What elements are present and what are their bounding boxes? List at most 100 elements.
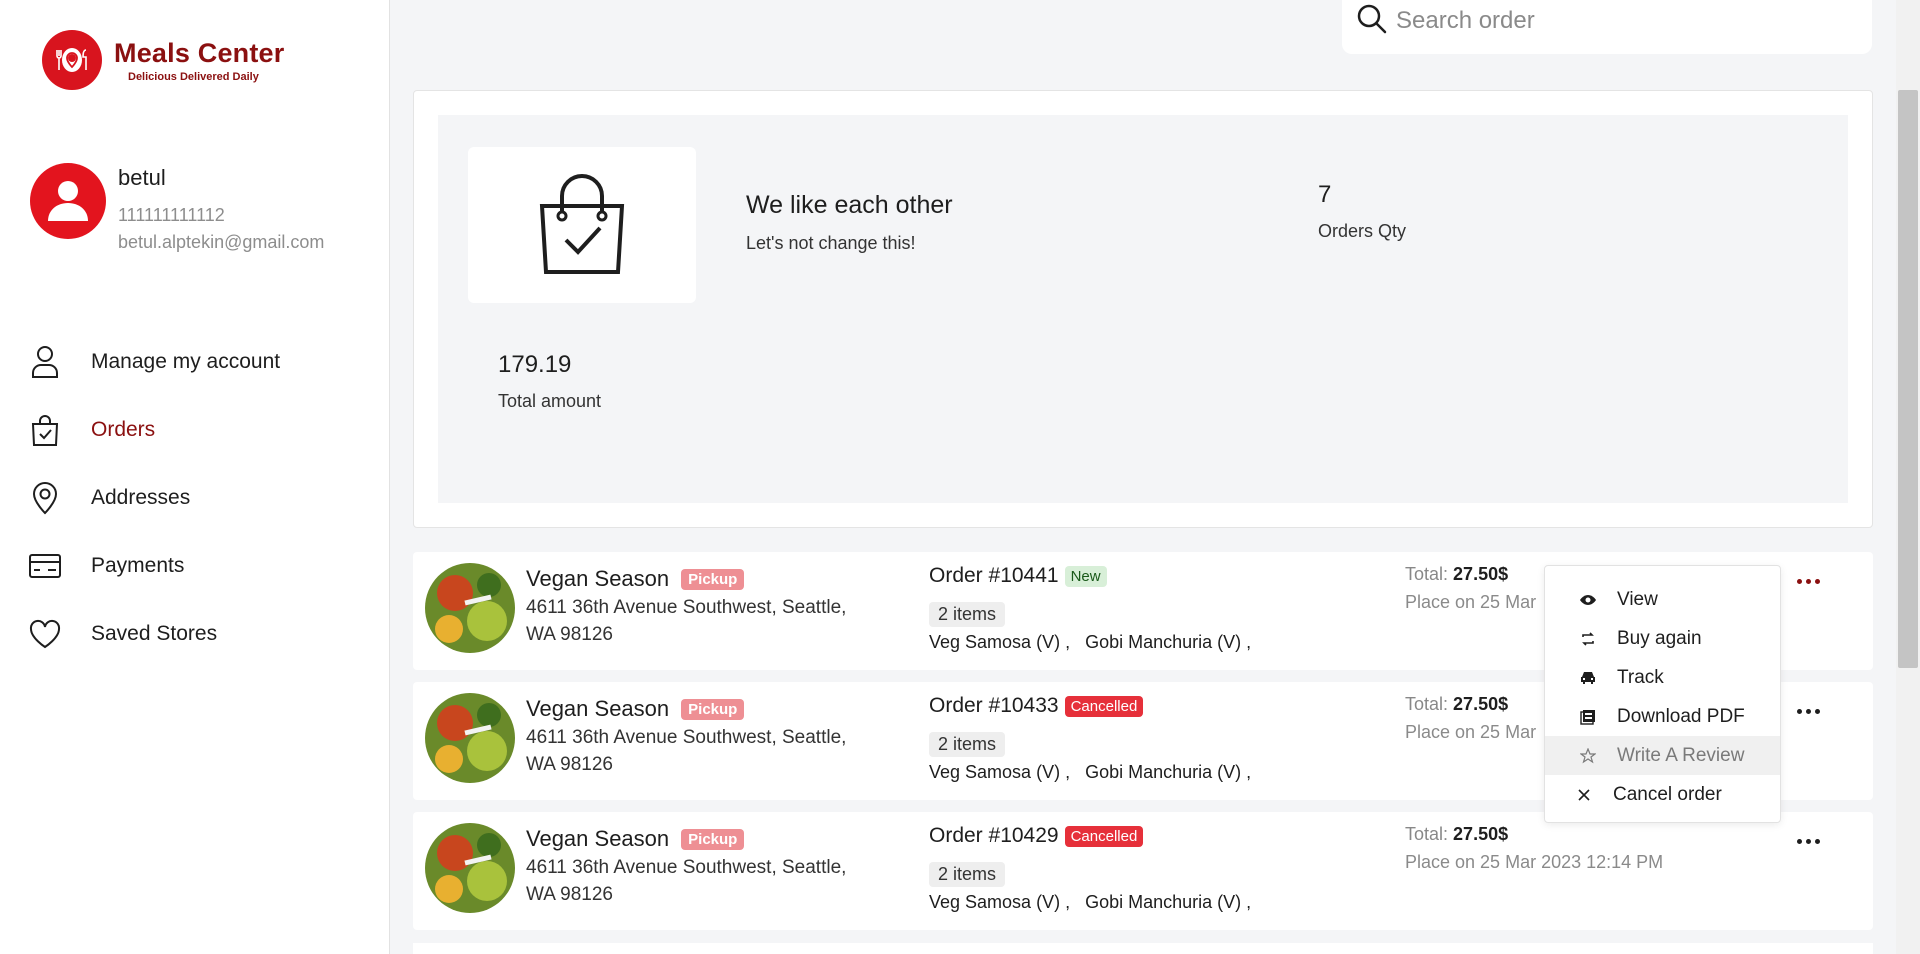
order-number: Order #10441 — [929, 564, 1059, 587]
more-options-button[interactable] — [1787, 566, 1829, 596]
sidebar-item-label: Payments — [91, 554, 185, 577]
status-badge: New — [1064, 565, 1107, 587]
brand-title: Meals Center — [114, 37, 285, 68]
menu-item-view[interactable]: View — [1545, 580, 1780, 619]
status-badge: Cancelled — [1064, 695, 1144, 717]
store-image — [425, 823, 515, 913]
car-icon — [1579, 669, 1597, 687]
sidebar-item-manage-account[interactable]: Manage my account — [28, 328, 280, 396]
sidebar-item-label: Addresses — [91, 486, 191, 509]
logo-icon — [42, 30, 102, 90]
eye-icon — [1579, 591, 1597, 609]
menu-item-label: Buy again — [1617, 627, 1702, 649]
more-dots-icon — [1796, 578, 1820, 584]
status-badge: Cancelled — [1064, 825, 1144, 847]
order-number: Order #10433 — [929, 694, 1059, 717]
orders-qty-value: 7 — [1318, 181, 1332, 208]
summary-subtitle: Let's not change this! — [746, 233, 916, 253]
search-icon[interactable] — [1356, 3, 1388, 40]
location-pin-icon — [28, 481, 62, 515]
credit-card-icon — [28, 549, 62, 583]
menu-item-label: Download PDF — [1617, 705, 1745, 727]
avatar — [30, 163, 106, 239]
order-total: Total: 27.50$ — [1405, 694, 1509, 714]
heart-icon — [28, 617, 62, 651]
store-address: 4611 36th Avenue Southwest, Seattle, WA … — [526, 727, 847, 775]
items-count-badge: 2 items — [929, 732, 1006, 757]
store-address: 4611 36th Avenue Southwest, Seattle, WA … — [526, 857, 847, 905]
profile-email: betul.alptekin@gmail.com — [118, 232, 325, 252]
order-row-partial — [413, 943, 1873, 954]
menu-item-write-review[interactable]: Write A Review — [1545, 736, 1780, 775]
total-amount-label: Total amount — [498, 391, 602, 411]
sidebar: Meals Center Delicious Delivered Daily b… — [0, 0, 390, 954]
close-icon — [1575, 786, 1593, 804]
profile-name: betul — [118, 165, 166, 190]
order-total-value: 27.50$ — [1453, 824, 1509, 844]
shopping-bag-icon — [539, 174, 625, 274]
order-total-value: 27.50$ — [1453, 694, 1509, 714]
profile-phone: 111111111112 — [118, 205, 225, 225]
sidebar-item-label: Orders — [91, 418, 156, 441]
pickup-badge: Pickup — [681, 828, 745, 850]
sidebar-item-label: Saved Stores — [91, 622, 218, 645]
repeat-icon — [1579, 630, 1597, 648]
menu-item-label: Cancel order — [1613, 783, 1722, 805]
sidebar-item-label: Manage my account — [91, 350, 281, 373]
menu-item-label: Write A Review — [1617, 744, 1745, 766]
sidebar-item-orders[interactable]: Orders — [28, 396, 280, 464]
store-address: 4611 36th Avenue Southwest, Seattle, WA … — [526, 597, 847, 645]
order-actions-menu: View Buy again Track Download PDF Write … — [1544, 565, 1781, 823]
pickup-badge: Pickup — [681, 568, 745, 590]
order-date: Place on 25 Mar 2023 12:14 PM — [1405, 852, 1664, 872]
store-image — [425, 693, 515, 783]
menu-item-track[interactable]: Track — [1545, 658, 1780, 697]
order-total: Total: 27.50$ — [1405, 564, 1509, 584]
more-options-button[interactable] — [1787, 826, 1829, 856]
menu-item-download-pdf[interactable]: Download PDF — [1545, 697, 1780, 736]
bag-illustration — [468, 147, 696, 303]
order-items: Veg Samosa (V) , Gobi Manchuria (V) , — [929, 632, 1252, 652]
order-date: Place on 25 Mar — [1405, 592, 1537, 612]
sidebar-item-addresses[interactable]: Addresses — [28, 464, 280, 532]
menu-item-label: View — [1617, 588, 1658, 610]
brand-tagline: Delicious Delivered Daily — [128, 70, 259, 83]
store-name: Vegan Season — [526, 566, 670, 591]
items-count-badge: 2 items — [929, 602, 1006, 627]
order-row[interactable]: Vegan Season Pickup 4611 36th Avenue Sou… — [413, 812, 1873, 930]
user-icon — [28, 345, 62, 379]
order-items: Veg Samosa (V) , Gobi Manchuria (V) , — [929, 892, 1252, 912]
pdf-icon — [1579, 708, 1597, 726]
store-image — [425, 563, 515, 653]
profile-card: betul 111111111112 betul.alptekin@gmail.… — [30, 163, 324, 253]
sidebar-item-saved-stores[interactable]: Saved Stores — [28, 600, 280, 668]
search-bar — [1342, 0, 1872, 54]
order-total: Total: 27.50$ — [1405, 824, 1509, 844]
order-number: Order #10429 — [929, 824, 1059, 847]
order-total-value: 27.50$ — [1453, 564, 1509, 584]
more-dots-icon — [1796, 838, 1820, 844]
orders-qty-label: Orders Qty — [1318, 221, 1407, 241]
logo[interactable]: Meals Center Delicious Delivered Daily — [42, 30, 284, 90]
star-icon — [1579, 747, 1597, 765]
menu-item-label: Track — [1617, 666, 1664, 688]
search-input[interactable] — [1396, 7, 1836, 35]
sidebar-item-payments[interactable]: Payments — [28, 532, 280, 600]
shopping-bag-icon — [28, 413, 62, 447]
more-dots-icon — [1796, 708, 1820, 714]
pickup-badge: Pickup — [681, 698, 745, 720]
orders-summary-card: We like each other Let's not change this… — [413, 90, 1873, 528]
more-options-button[interactable] — [1787, 696, 1829, 726]
order-items: Veg Samosa (V) , Gobi Manchuria (V) , — [929, 762, 1252, 782]
sidebar-nav: Manage my account Orders Addresses Payme… — [28, 328, 280, 668]
menu-item-buy-again[interactable]: Buy again — [1545, 619, 1780, 658]
summary-title: We like each other — [746, 191, 953, 219]
user-avatar-icon — [48, 181, 88, 221]
scrollbar-thumb[interactable] — [1898, 90, 1918, 668]
order-date: Place on 25 Mar — [1405, 722, 1537, 742]
menu-item-cancel-order[interactable]: Cancel order — [1545, 775, 1780, 814]
page-scrollbar[interactable] — [1896, 0, 1920, 954]
store-name: Vegan Season — [526, 696, 670, 721]
total-amount-value: 179.19 — [498, 351, 572, 378]
items-count-badge: 2 items — [929, 862, 1006, 887]
